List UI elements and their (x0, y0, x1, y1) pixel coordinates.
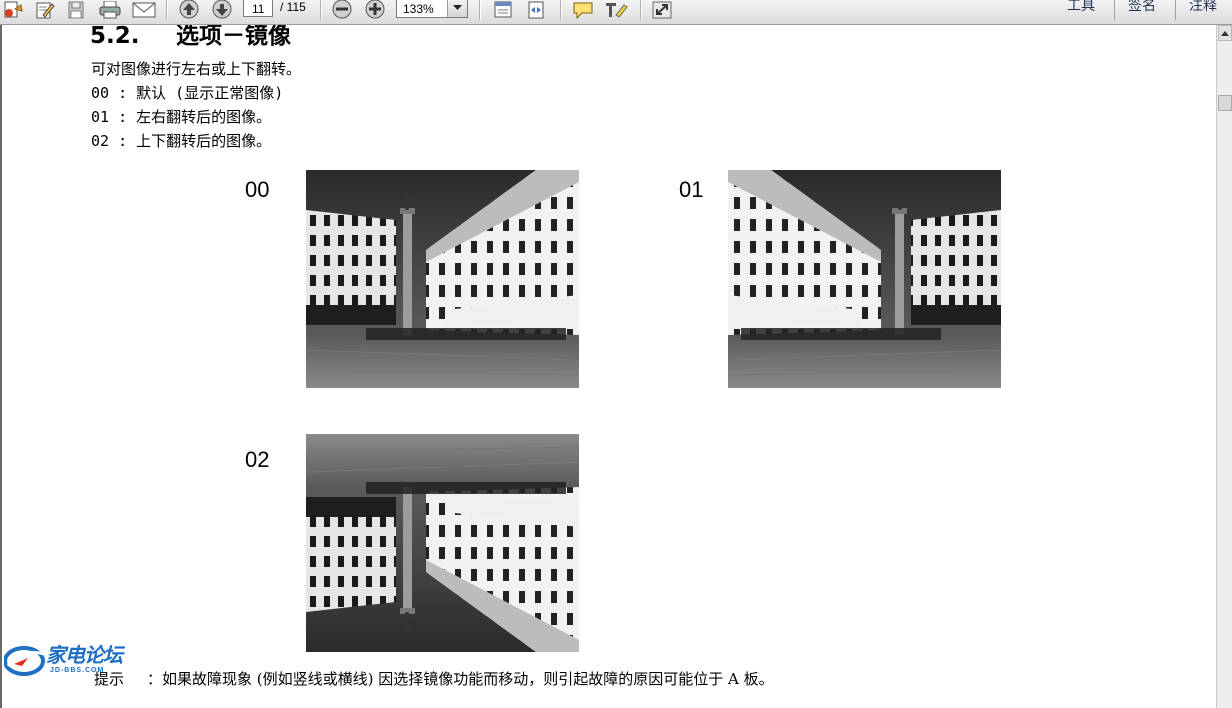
option-line-02: 02 : 上下翻转后的图像。 (91, 132, 272, 150)
next-page-icon[interactable] (209, 0, 235, 20)
toolbar-separator (1175, 0, 1176, 20)
footnote-text: ：如果故障现象 (例如竖线或横线) 因选择镜像功能而移动，则引起故障的原因可能位… (147, 670, 774, 688)
vertical-scrollbar[interactable] (1216, 25, 1232, 708)
create-pdf-icon[interactable] (0, 0, 26, 20)
zoom-out-icon[interactable] (329, 0, 355, 20)
watermark-subtext: JD-BBS.COM (50, 667, 105, 674)
zoom-level-value: 133% (403, 2, 434, 16)
zoom-level-select[interactable]: 133% (396, 0, 468, 18)
comment-icon[interactable] (569, 0, 597, 20)
mirror-image-vertical-flip (306, 434, 579, 652)
toolbar-separator (560, 0, 562, 20)
section-number: 5.2. (90, 25, 140, 49)
expand-icon[interactable] (648, 0, 676, 20)
previous-page-icon[interactable] (176, 0, 202, 20)
swoosh-logo-icon (3, 646, 45, 676)
fit-width-icon[interactable] (522, 0, 550, 20)
toolbar-separator (640, 0, 642, 20)
figure-label-01: 01 (679, 177, 704, 202)
scroll-up-arrow-icon[interactable] (1218, 25, 1232, 41)
print-icon[interactable] (96, 0, 124, 20)
scrollbar-thumb[interactable] (1218, 95, 1232, 111)
email-icon[interactable] (130, 0, 158, 20)
page-number-input[interactable]: 11 (243, 0, 273, 17)
section-title: 选项－镜像 (176, 25, 291, 49)
sign-menu-button[interactable]: 签名 (1128, 0, 1156, 14)
tools-menu-button[interactable]: 工具 (1067, 0, 1095, 14)
figure-label-02: 02 (245, 447, 270, 472)
toolbar-separator (320, 0, 322, 20)
toolbar-separator (166, 0, 168, 20)
mirror-image-normal (306, 170, 579, 388)
figure-label-00: 00 (245, 177, 270, 202)
toolbar-separator (479, 0, 481, 20)
watermark-text: 家电论坛 (46, 643, 123, 667)
toolbar-separator (1114, 0, 1115, 20)
site-watermark-logo: 家电论坛 JD-BBS.COM (3, 643, 128, 680)
highlight-icon[interactable] (602, 0, 630, 20)
option-line-01: 01 : 左右翻转后的图像。 (91, 108, 272, 126)
zoom-in-icon[interactable] (362, 0, 388, 20)
option-line-00: 00 : 默认 (显示正常图像) (91, 84, 284, 102)
edit-document-icon[interactable] (32, 0, 58, 20)
comment-menu-button[interactable]: 注释 (1189, 0, 1217, 14)
document-viewport[interactable]: 5.2. 选项－镜像 可对图像进行左右或上下翻转。 00 : 默认 (显示正常图像… (0, 25, 1216, 708)
mirror-image-horizontal-flip (728, 170, 1001, 388)
acrobat-toolbar: 11 / 115 133% 工具 签名 注释 (0, 0, 1232, 25)
section-heading: 5.2. 选项－镜像 (90, 25, 291, 49)
chevron-down-icon[interactable] (447, 0, 467, 17)
intro-text: 可对图像进行左右或上下翻转。 (91, 60, 302, 78)
page-total-label: / 115 (280, 0, 306, 14)
save-icon[interactable] (64, 0, 88, 20)
fit-page-icon[interactable] (489, 0, 517, 20)
